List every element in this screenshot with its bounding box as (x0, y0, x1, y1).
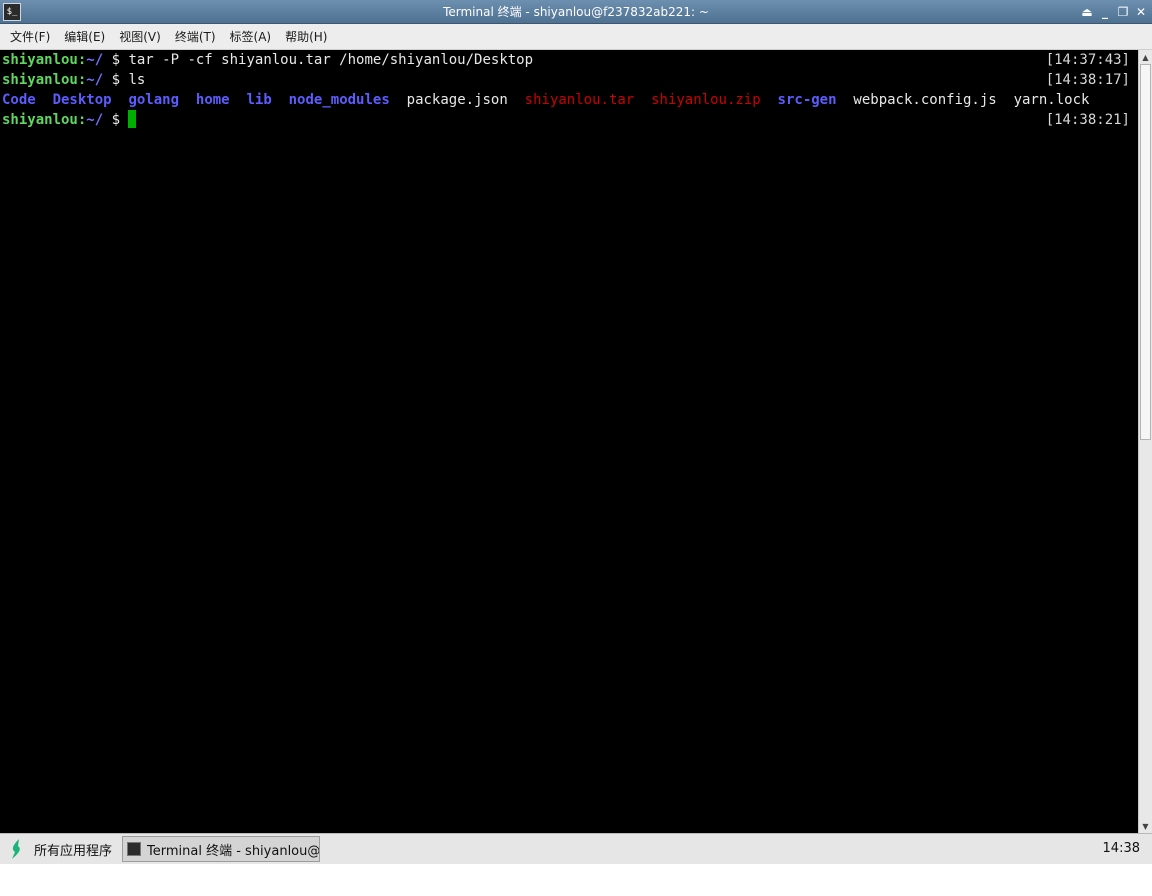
prompt-user: shiyanlou: (2, 52, 87, 68)
ls-entry: node_modules (288, 92, 390, 108)
desktop-background (0, 864, 1152, 896)
terminal-icon (127, 842, 142, 856)
ls-entry: yarn.lock (1013, 92, 1090, 108)
menu-help[interactable]: 帮助(H) (278, 28, 334, 45)
command-text: tar -P -cf shiyanlou.tar /home/shiyanlou… (128, 52, 534, 68)
ls-entry: lib (246, 92, 272, 108)
terminal-icon[interactable]: $_ (3, 3, 21, 21)
timestamp: [14:37:43] (1045, 52, 1130, 68)
menu-terminal[interactable]: 终端(T) (168, 28, 223, 45)
ls-entry: golang (128, 92, 180, 108)
window-titlebar[interactable]: $_ Terminal 终端 - shiyanlou@f237832ab221:… (0, 0, 1152, 24)
taskbar: 所有应用程序 Terminal 终端 - shiyanlou@f… 14:38 (0, 833, 1152, 864)
menu-view[interactable]: 视图(V) (112, 28, 168, 45)
taskbar-item-terminal[interactable]: Terminal 终端 - shiyanlou@f… (122, 836, 321, 862)
ls-entry: src-gen (777, 92, 837, 108)
menubar: 文件(F) 编辑(E) 视图(V) 终端(T) 标签(A) 帮助(H) (0, 24, 1152, 50)
menu-edit[interactable]: 编辑(E) (57, 28, 112, 45)
terminal-output[interactable]: shiyanlou:~/ $ tar -P -cf shiyanlou.tar … (0, 50, 1138, 833)
ls-output: Code Desktop golang home lib node_module… (2, 90, 1089, 110)
start-menu-label: 所有应用程序 (34, 843, 113, 859)
prompt-symbol: $ (103, 72, 129, 88)
command-text: ls (128, 72, 146, 88)
prompt-symbol: $ (103, 52, 129, 68)
timestamp: [14:38:21] (1045, 112, 1130, 128)
text-cursor (128, 110, 137, 128)
window-title: Terminal 终端 - shiyanlou@f237832ab221: ~ (443, 5, 709, 19)
prompt-symbol: $ (103, 112, 129, 128)
terminal-line: shiyanlou:~/ $ (2, 110, 137, 130)
ls-entry: shiyanlou.zip (651, 92, 761, 108)
timestamp: [14:38:17] (1045, 72, 1130, 88)
ls-entry: Code (2, 92, 36, 108)
minimize-icon[interactable]: _ (1098, 5, 1112, 19)
ls-entry: webpack.config.js (853, 92, 997, 108)
menu-tabs[interactable]: 标签(A) (223, 28, 279, 45)
prompt-path: ~/ (86, 112, 104, 128)
start-menu-button[interactable]: 所有应用程序 (0, 834, 112, 864)
terminal-line: shiyanlou:~/ $ tar -P -cf shiyanlou.tar … (2, 50, 533, 70)
ls-entry: home (195, 92, 230, 108)
ls-entry: Desktop (52, 92, 112, 108)
maximize-icon[interactable]: ❐ (1116, 5, 1130, 19)
terminal-line: shiyanlou:~/ $ ls (2, 70, 145, 90)
ls-entry: package.json (406, 92, 508, 108)
scroll-up-icon[interactable]: ▲ (1139, 50, 1152, 64)
prompt-user: shiyanlou: (2, 112, 87, 128)
taskbar-item-label: Terminal 终端 - shiyanlou@f… (147, 843, 321, 859)
shiyanlou-logo-icon (8, 838, 26, 860)
scroll-down-icon[interactable]: ▼ (1139, 819, 1152, 833)
prompt-user: shiyanlou: (2, 72, 87, 88)
clock: 14:38 (1102, 841, 1140, 856)
prompt-path: ~/ (86, 52, 104, 68)
window-controls: ⏏ _ ❐ ✕ (1080, 0, 1148, 24)
scrollbar-thumb[interactable] (1140, 64, 1151, 440)
close-icon[interactable]: ✕ (1134, 5, 1148, 19)
prompt-path: ~/ (86, 72, 104, 88)
vertical-scrollbar[interactable]: ▲ ▼ (1138, 50, 1152, 833)
ls-entry: shiyanlou.tar (524, 92, 635, 108)
menu-file[interactable]: 文件(F) (3, 28, 57, 45)
shade-icon[interactable]: ⏏ (1080, 5, 1094, 19)
